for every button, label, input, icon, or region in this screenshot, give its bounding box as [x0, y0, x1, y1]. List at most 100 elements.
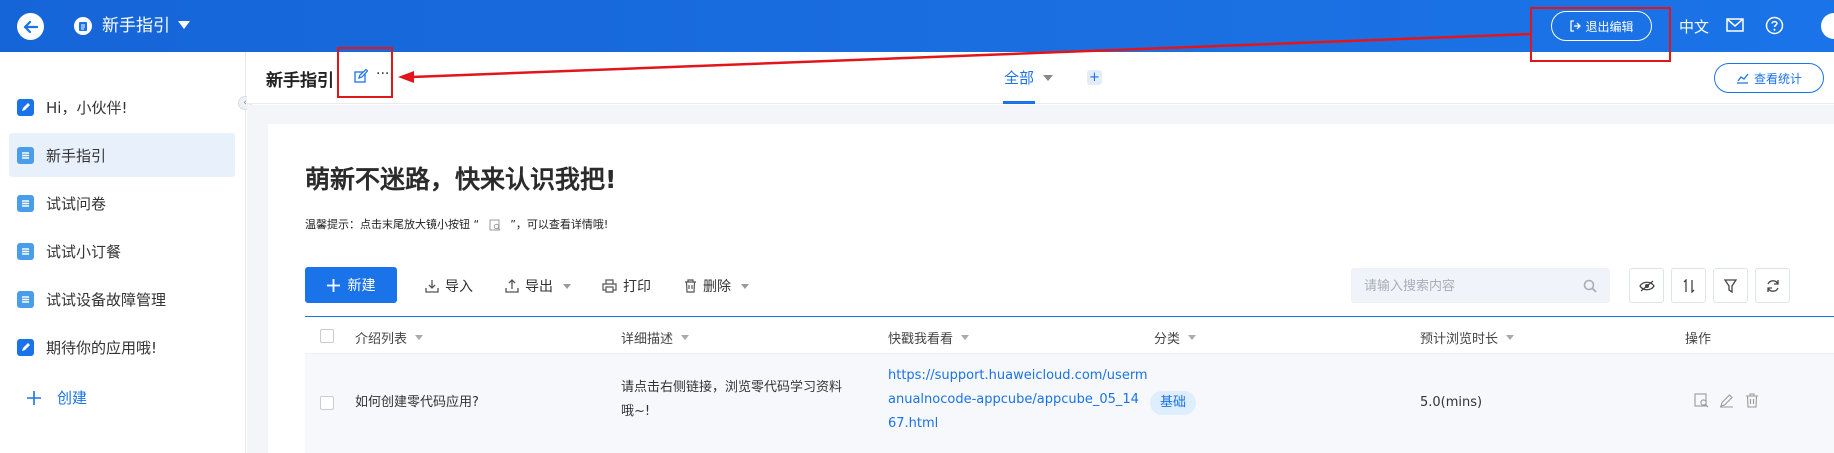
list-icon — [17, 146, 34, 164]
edit-row-icon[interactable] — [1719, 393, 1734, 408]
sidebar-item-label: 试试问卷 — [46, 194, 107, 213]
app-icon — [74, 17, 92, 35]
column-header: 操作 — [1685, 328, 1711, 347]
filter-button[interactable] — [1713, 268, 1748, 303]
chevron-down-icon[interactable] — [961, 335, 970, 340]
table-row[interactable]: 如何创建零代码应用? 请点击右侧链接，浏览零代码学习资料 哦~! https:/… — [305, 354, 1834, 453]
form-icon — [17, 98, 34, 116]
cell-description: 请点击右侧链接，浏览零代码学习资料 哦~! — [621, 376, 842, 424]
desc-line: 哦~! — [621, 404, 651, 419]
link-line[interactable]: https://support.huaweicloud.com/userm — [888, 364, 1148, 388]
view-detail-icon[interactable] — [1694, 393, 1709, 408]
import-icon — [425, 280, 439, 293]
sidebar-item-fault-mgmt[interactable]: 试试设备故障管理 — [9, 277, 235, 321]
export-icon — [505, 279, 519, 293]
cell-duration: 5.0(mins) — [1420, 395, 1483, 410]
back-button[interactable] — [17, 13, 44, 40]
chart-icon — [1736, 73, 1749, 84]
link-line[interactable]: anualnocode-appcube/appcube_05_14 — [888, 388, 1148, 412]
plus-icon — [326, 278, 340, 292]
new-button[interactable]: 新建 — [305, 267, 397, 303]
column-header[interactable]: 介绍列表 — [355, 328, 424, 347]
sidebar-item-guide[interactable]: 新手指引 — [9, 133, 235, 177]
chevron-down-icon[interactable] — [1188, 335, 1197, 340]
mail-icon[interactable] — [1726, 18, 1744, 32]
import-button[interactable]: 导入 — [425, 276, 473, 296]
column-label: 预计浏览时长 — [1420, 332, 1499, 347]
tab-all[interactable]: 全部 — [1004, 67, 1034, 88]
category-badge: 基础 — [1150, 391, 1197, 415]
view-stats-button[interactable]: 查看统计 — [1714, 63, 1824, 93]
avatar[interactable] — [1821, 13, 1834, 39]
column-label: 快戳我看看 — [888, 332, 954, 347]
page-title: 新手指引 — [266, 71, 334, 91]
app-title[interactable]: 新手指引 — [102, 14, 170, 38]
chevron-down-icon[interactable] — [178, 21, 190, 29]
column-header[interactable]: 预计浏览时长 — [1420, 328, 1515, 347]
import-label: 导入 — [445, 279, 473, 295]
column-header[interactable]: 分类 — [1154, 328, 1197, 347]
delete-button[interactable]: 删除 — [684, 276, 749, 296]
table-header: 介绍列表 详细描述 快戳我看看 分类 预计浏览时长 操作 — [305, 316, 1834, 354]
sidebar-item-label: 试试设备故障管理 — [46, 290, 167, 309]
trash-icon — [685, 279, 696, 293]
sort-button[interactable] — [1671, 268, 1706, 303]
column-label: 分类 — [1154, 332, 1181, 347]
chevron-down-icon[interactable] — [681, 335, 690, 340]
annotation-box-exit-edit — [1530, 7, 1671, 62]
search-input[interactable] — [1352, 269, 1572, 302]
sort-icon — [1683, 278, 1694, 293]
chevron-down-icon[interactable] — [415, 335, 424, 340]
sidebar-item-survey[interactable]: 试试问卷 — [9, 181, 235, 225]
form-icon — [17, 338, 34, 356]
headline: 萌新不迷路，快来认识我把! — [305, 165, 617, 194]
chevron-down-icon[interactable] — [1043, 75, 1053, 81]
cell-link[interactable]: https://support.huaweicloud.com/userm an… — [888, 364, 1148, 436]
sidebar-item-expect[interactable]: 期待你的应用哦! — [9, 325, 235, 369]
column-label: 介绍列表 — [355, 332, 408, 347]
column-header[interactable]: 快戳我看看 — [888, 328, 970, 347]
export-button[interactable]: 导出 — [505, 276, 571, 296]
delete-label: 删除 — [703, 279, 731, 295]
sidebar-item-label: 试试小订餐 — [46, 242, 122, 261]
tip-prefix: 温馨提示：点击末尾放大镜小按钮 “ — [305, 218, 480, 231]
row-checkbox[interactable] — [320, 396, 334, 410]
annotation-box-edit-icon — [337, 47, 393, 98]
link-line[interactable]: 67.html — [888, 412, 1148, 436]
refresh-button[interactable] — [1755, 268, 1790, 303]
column-label: 操作 — [1685, 332, 1712, 347]
plus-icon — [27, 390, 41, 405]
create-label: 创建 — [57, 389, 88, 407]
chevron-down-icon — [563, 283, 571, 289]
sidebar-item-label: 期待你的应用哦! — [46, 338, 158, 357]
chevron-down-icon — [741, 283, 749, 289]
language-switch[interactable]: 中文 — [1679, 16, 1709, 37]
create-button[interactable]: 创建 — [27, 387, 87, 408]
search-icon[interactable] — [1583, 279, 1597, 293]
print-button[interactable]: 打印 — [602, 276, 651, 296]
new-label: 新建 — [347, 278, 376, 294]
help-icon[interactable] — [1765, 16, 1784, 35]
export-label: 导出 — [525, 279, 553, 295]
chevron-down-icon[interactable] — [1506, 335, 1515, 340]
list-icon — [17, 242, 34, 260]
cell-intro: 如何创建零代码应用? — [355, 395, 479, 410]
sidebar-item-hi[interactable]: Hi，小伙伴! — [9, 85, 235, 129]
search-box[interactable] — [1351, 268, 1610, 303]
sidebar-item-ordering[interactable]: 试试小订餐 — [9, 229, 235, 273]
list-icon — [17, 194, 34, 212]
desc-line: 请点击右侧链接，浏览零代码学习资料 — [621, 380, 843, 395]
column-header[interactable]: 详细描述 — [621, 328, 690, 347]
print-icon — [602, 279, 617, 293]
add-tab-button[interactable]: + — [1087, 70, 1102, 85]
tip-text: 温馨提示：点击末尾放大镜小按钮 “ ”，可以查看详情哦! — [305, 216, 608, 232]
arrow-left-icon — [23, 20, 38, 33]
tip-suffix: ”，可以查看详情哦! — [510, 218, 609, 231]
hide-columns-button[interactable] — [1629, 268, 1664, 303]
view-stats-label: 查看统计 — [1753, 71, 1802, 86]
eye-off-icon — [1638, 280, 1655, 291]
column-label: 详细描述 — [621, 332, 674, 347]
print-label: 打印 — [623, 279, 651, 295]
select-all-checkbox[interactable] — [320, 329, 334, 343]
delete-row-icon[interactable] — [1745, 393, 1759, 408]
